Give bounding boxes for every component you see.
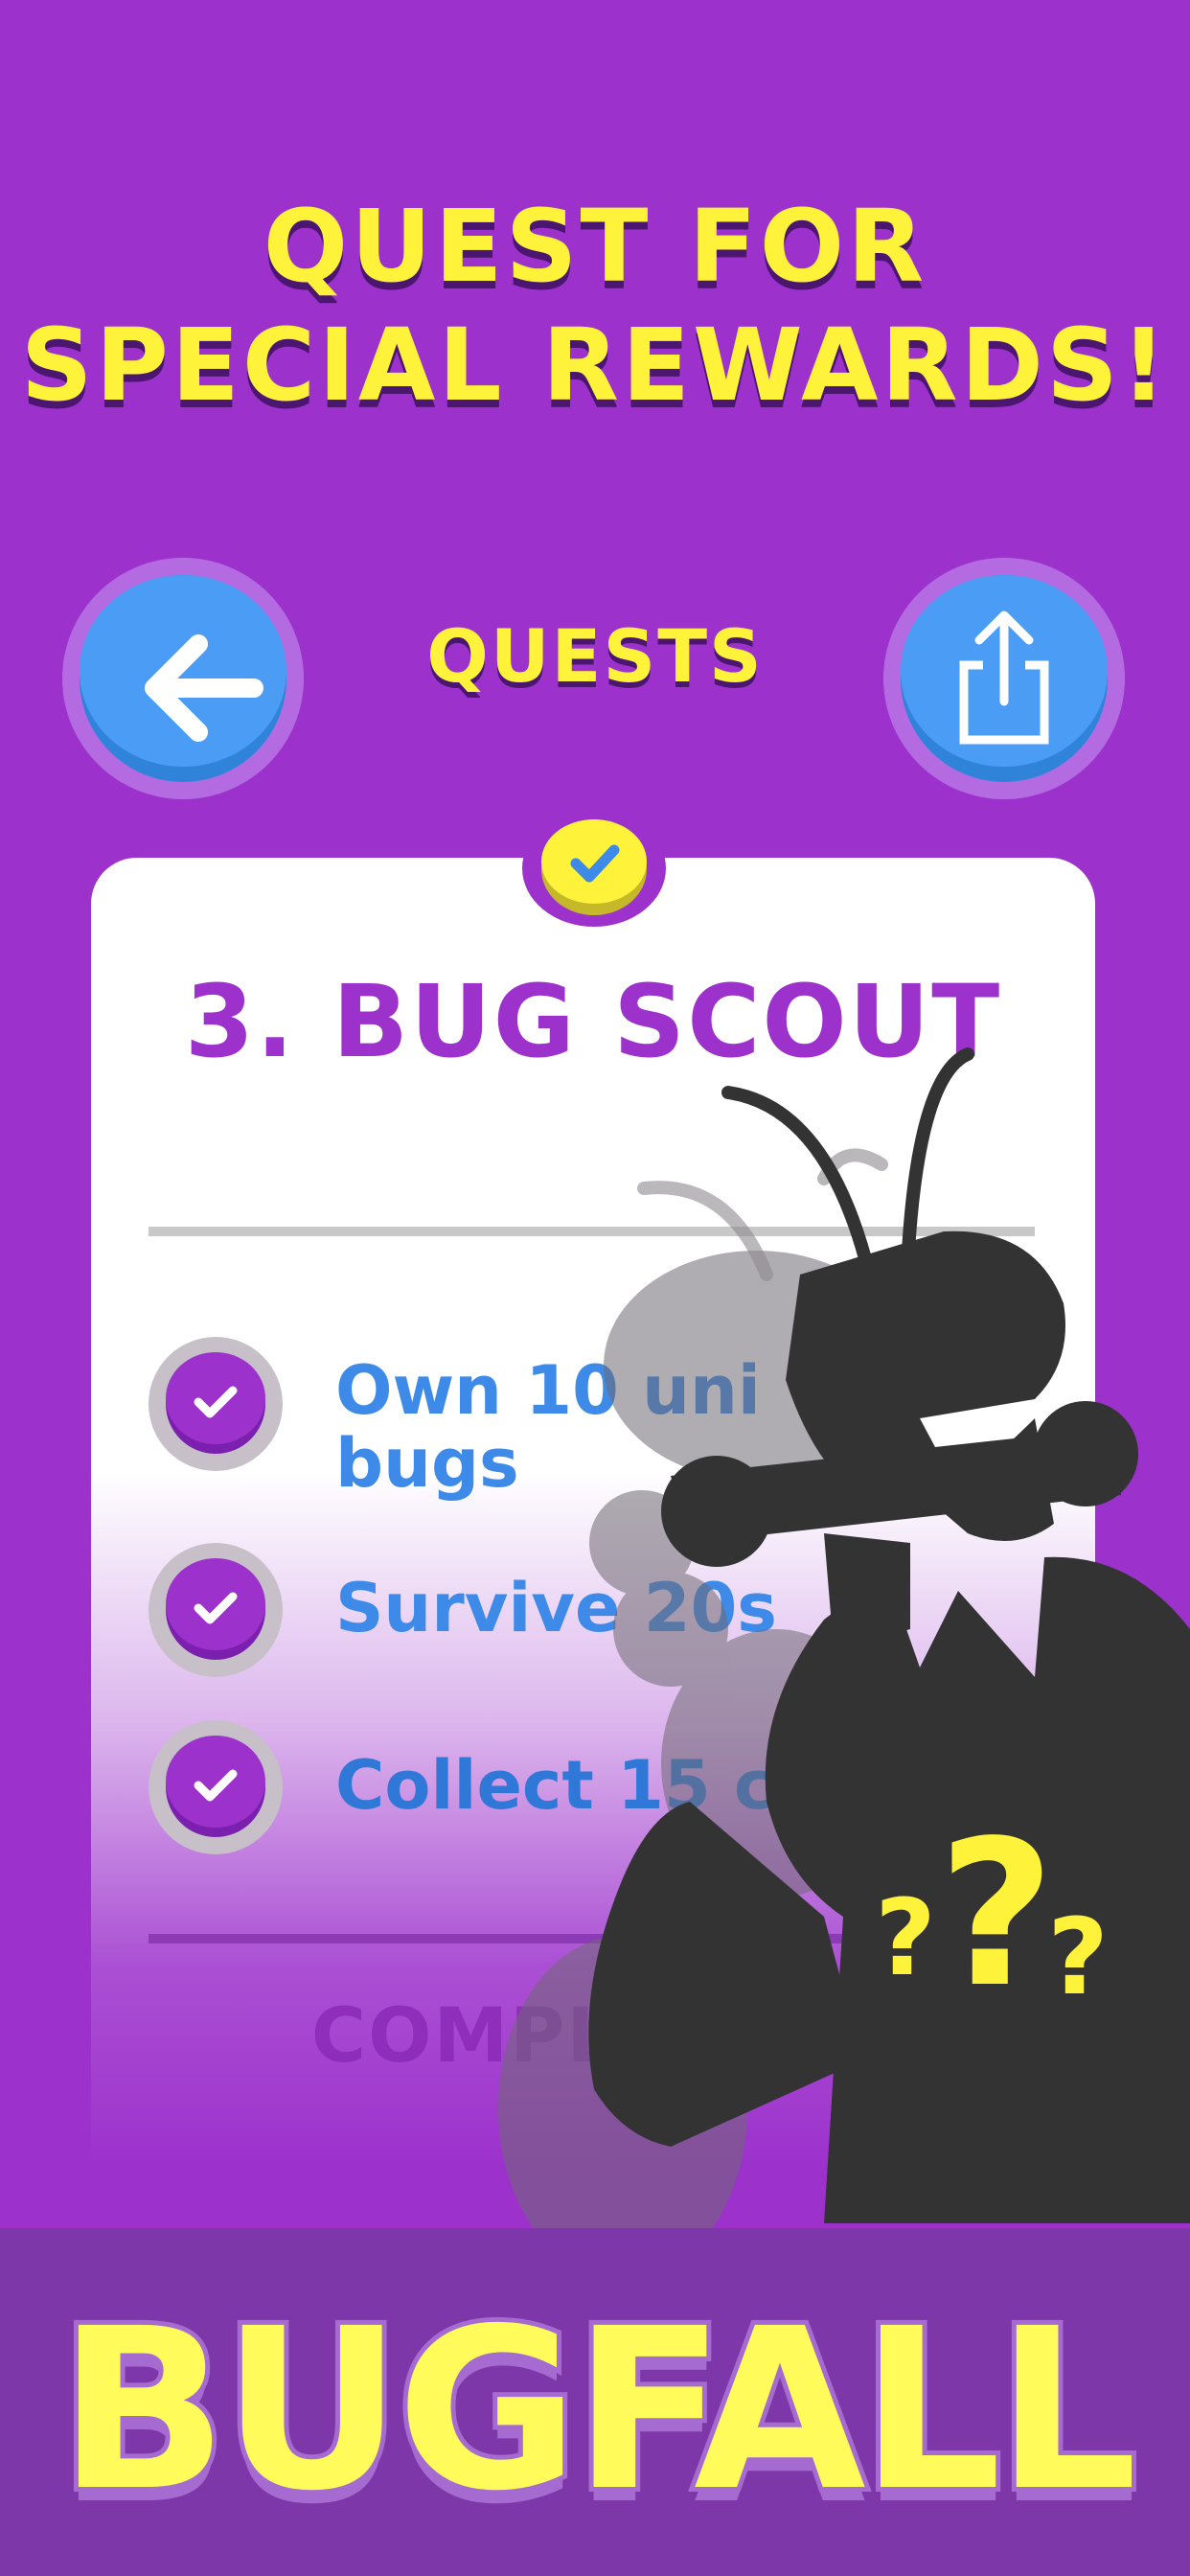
app-logo: BUGFALL (54, 2276, 1143, 2544)
question-mark: ? (875, 1876, 936, 1999)
question-mark: ? (1047, 1896, 1109, 2018)
mystery-bug-silhouette-icon: ? ? ? (498, 1047, 1190, 2281)
question-mark: ? (938, 1797, 1055, 2032)
